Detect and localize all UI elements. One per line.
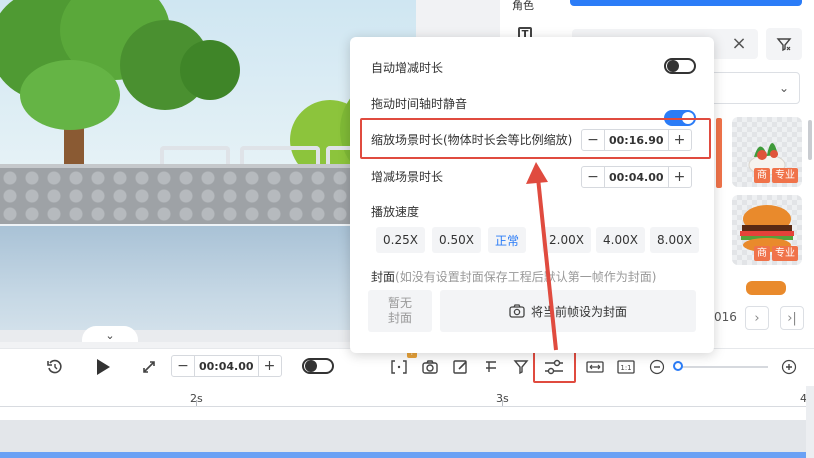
zoom-slider-handle[interactable] [673,361,683,371]
last-page-icon: ›| [787,310,797,326]
chevron-down-icon: ⌄ [778,81,789,95]
filter-icon[interactable] [511,356,533,378]
tree-canopy [180,40,240,100]
speed-label: 播放速度 [371,205,420,219]
plus-button[interactable]: + [259,356,281,376]
no-cover-line: 封面 [387,311,412,325]
no-cover-line: 暂无 [387,296,412,310]
timeline-clip[interactable] [0,452,808,458]
drag-mute-label: 拖动时间轴时静音 [371,97,468,111]
close-icon[interactable]: × [728,32,750,54]
bracket-code-icon[interactable] [388,356,410,378]
cover-label-row: 封面(如没有设置封面保存工程后默认第一帧作为封面) [371,268,656,285]
minus-button[interactable]: − [582,167,604,187]
scale-scene-highlight [360,118,711,159]
filter-clear-icon[interactable] [766,28,802,60]
asset-thumb-partial[interactable] [716,118,722,188]
adjust-scene-value[interactable]: 00:04.00 [604,167,669,187]
adjust-scene-label: 增减场景时长 [371,170,444,184]
asset-thumb-burger[interactable]: 商专业 [732,195,802,265]
annotation-arrow [526,162,558,351]
fit-width-icon[interactable] [584,356,606,378]
cover-label: 封面 [371,270,396,284]
replay-icon[interactable] [44,356,66,378]
fullscreen-icon[interactable] [138,356,160,378]
pager-text: 016 [714,310,737,324]
timeline-track[interactable] [0,420,808,452]
badge-pro: 专业 [772,168,798,183]
duration-value[interactable]: 00:04.00 [194,356,259,376]
badge-shop: 商 [754,246,770,261]
panel-scrollbar[interactable] [808,120,812,160]
speed-option[interactable]: 0.50X [432,227,481,253]
tool-label-role[interactable]: 角色 [512,0,534,13]
next-page-button[interactable]: › [745,306,769,330]
panel-top-accent [570,0,802,6]
zoom-out-icon[interactable] [646,356,668,378]
badge-pro: 专业 [772,246,798,261]
loop-toggle[interactable] [302,358,334,374]
category-select[interactable]: ⌄ [700,72,800,104]
auto-duration-label: 自动增减时长 [371,61,444,75]
one-to-one-icon[interactable]: 1:1 [615,356,637,378]
asset-thumb-salad[interactable]: 商专业 [732,117,802,187]
speed-option[interactable]: 0.25X [376,227,425,253]
speed-option[interactable]: 4.00X [596,227,645,253]
duration-stepper[interactable]: − 00:04.00 + [171,355,282,377]
zoom-in-icon[interactable] [778,356,800,378]
tree-canopy [20,60,120,130]
chevron-down-icon: ⌄ [105,328,115,342]
badge-shop: 商 [754,168,770,183]
toggle-knob [305,360,317,372]
timeline-settings-icon[interactable] [543,356,565,378]
camera-icon[interactable] [419,356,441,378]
speed-option[interactable]: 8.00X [650,227,699,253]
no-cover-placeholder: 暂无 封面 [368,290,432,332]
zoom-slider-track[interactable] [676,366,768,368]
adjust-scene-stepper[interactable]: − 00:04.00 + [581,166,692,188]
play-icon[interactable] [92,356,114,378]
chevron-right-icon: › [754,310,760,326]
ruler-line [0,406,814,407]
plus-button[interactable]: + [669,167,691,187]
collapse-tab[interactable]: ⌄ [82,326,138,342]
toggle-knob [667,60,679,72]
svg-text:1:1: 1:1 [620,364,631,372]
edit-icon[interactable] [450,356,472,378]
split-icon[interactable] [480,356,502,378]
auto-duration-toggle[interactable] [664,58,696,74]
minus-button[interactable]: − [172,356,194,376]
asset-thumb-partial[interactable] [746,281,786,295]
last-page-button[interactable]: ›| [780,306,804,330]
timeline-scrollbar[interactable] [806,386,814,458]
